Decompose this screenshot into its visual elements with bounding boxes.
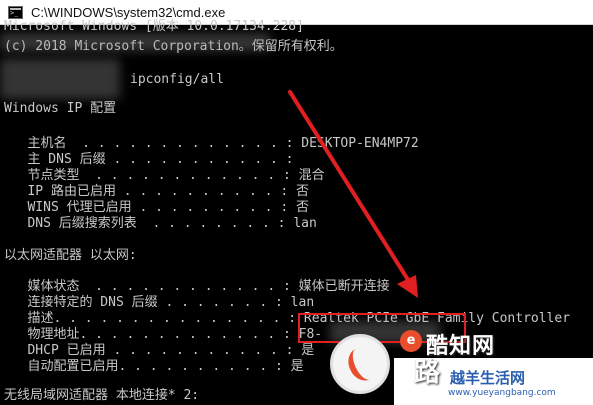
watermark-sub-brand: 越羊生活网 xyxy=(450,369,526,387)
watermark-brand-ball: e xyxy=(400,330,422,352)
watermark-logo-icon xyxy=(330,334,390,394)
watermark: e 酷知网 路 越羊生活网 www.yueyangbang.com xyxy=(330,322,593,405)
watermark-url: www.yueyangbang.com xyxy=(448,388,556,398)
watermark-big-char: 路 xyxy=(414,358,441,388)
